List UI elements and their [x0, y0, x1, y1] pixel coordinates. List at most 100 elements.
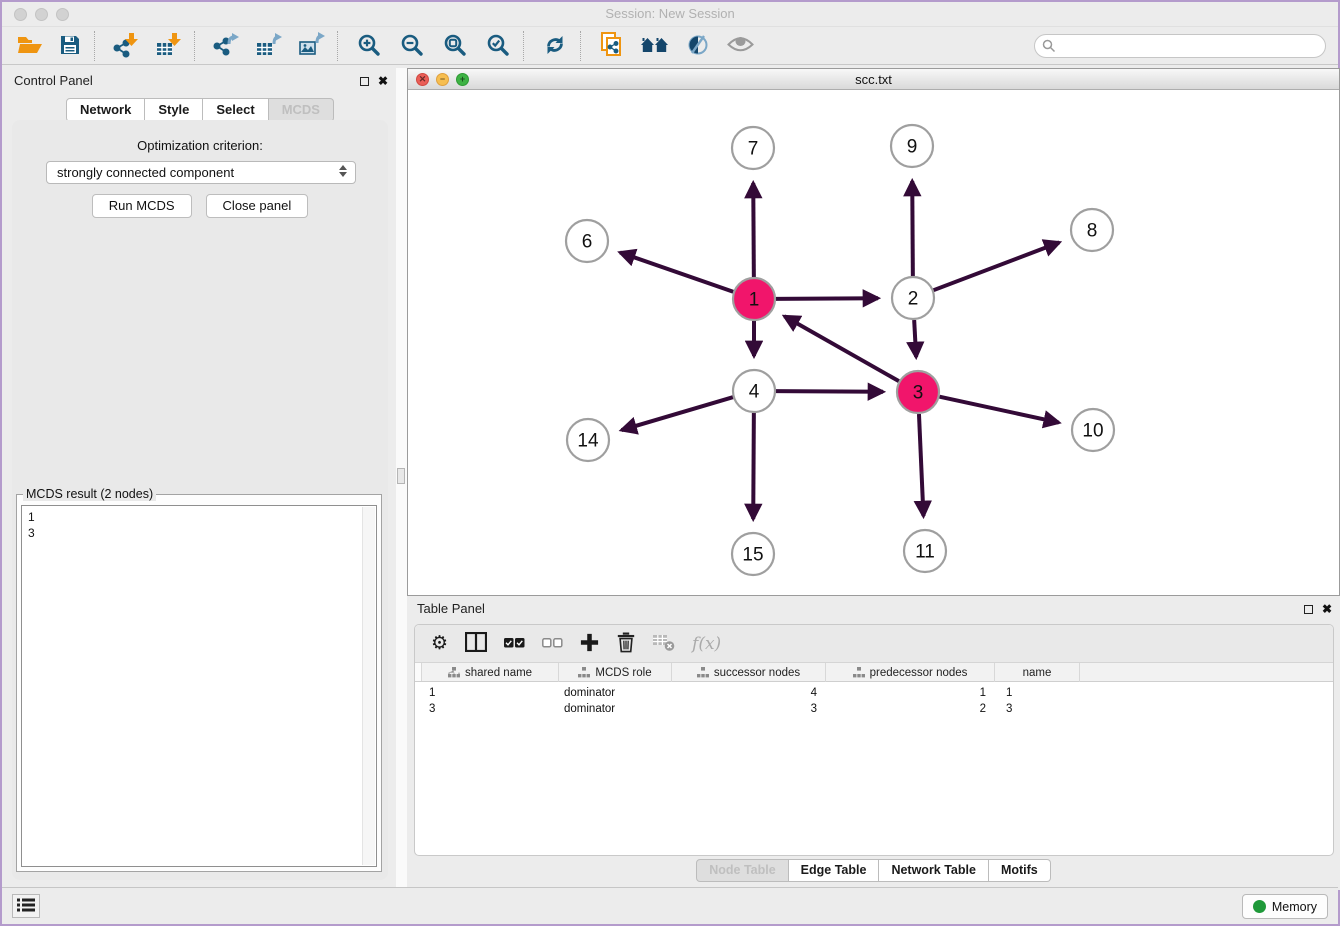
clone-network-button[interactable]	[590, 30, 633, 62]
search-input[interactable]	[1034, 34, 1326, 58]
close-panel-button[interactable]: Close panel	[206, 194, 309, 218]
zoom-selected-button[interactable]	[476, 30, 519, 62]
cell-predecessor-nodes[interactable]: 1	[826, 685, 995, 701]
float-panel-icon[interactable]	[1304, 605, 1313, 614]
show-columns-button[interactable]	[465, 630, 487, 658]
task-history-button[interactable]	[12, 894, 40, 918]
add-row-button[interactable]	[580, 630, 599, 658]
tree-icon	[853, 667, 865, 678]
home-networks-button[interactable]	[633, 30, 676, 62]
graph-edge-1-7[interactable]	[753, 183, 754, 277]
table-row[interactable]: 3 dominator 3 2 3	[415, 701, 1333, 717]
main-toolbar	[2, 28, 1338, 65]
run-mcds-button[interactable]: Run MCDS	[92, 194, 192, 218]
zoom-out-button[interactable]	[390, 30, 433, 62]
graph-node-label: 10	[1082, 421, 1103, 442]
cell-mcds-role[interactable]: dominator	[559, 685, 672, 701]
open-session-button[interactable]	[10, 30, 50, 62]
zoom-out-icon	[400, 33, 424, 60]
close-panel-icon[interactable]: ✖	[1322, 603, 1332, 615]
memory-label: Memory	[1272, 900, 1317, 914]
memory-button[interactable]: Memory	[1242, 894, 1328, 919]
graph-node-label: 6	[582, 232, 593, 253]
hide-details-icon	[686, 33, 710, 60]
delete-table-button[interactable]	[653, 630, 675, 658]
close-panel-icon[interactable]: ✖	[378, 75, 388, 87]
toolbar-separator	[194, 31, 201, 61]
cell-name[interactable]: 1	[995, 685, 1080, 701]
result-scrollbar[interactable]	[362, 507, 375, 865]
float-panel-icon[interactable]	[360, 77, 369, 86]
column-header-name[interactable]: name	[995, 663, 1080, 682]
graph-node-label: 14	[577, 431, 599, 452]
tree-icon	[578, 667, 590, 678]
select-all-button[interactable]	[504, 630, 525, 658]
zoom-fit-button[interactable]	[433, 30, 476, 62]
graph-edge-3-10[interactable]	[939, 397, 1058, 423]
deselect-all-button[interactable]	[542, 630, 563, 658]
table-row[interactable]: 1 dominator 4 1 1	[415, 685, 1333, 701]
graph-edge-4-15[interactable]	[753, 413, 754, 519]
graph-edge-1-2[interactable]	[776, 298, 878, 299]
graph-edge-3-11[interactable]	[919, 414, 923, 516]
table-settings-button[interactable]: ⚙	[431, 630, 448, 658]
deselect-all-icon	[542, 636, 563, 651]
column-header-shared-name[interactable]: shared name	[422, 663, 559, 682]
graph-edge-4-3[interactable]	[776, 391, 883, 392]
graph-node-label: 9	[907, 137, 918, 158]
export-image-button[interactable]	[290, 30, 333, 62]
column-header-successor-nodes[interactable]: successor nodes	[672, 663, 826, 682]
eye-icon	[727, 36, 754, 56]
network-window-titlebar[interactable]: ✕ − + scc.txt	[408, 69, 1339, 90]
vertical-splitter[interactable]	[396, 68, 407, 890]
control-panel-tabs: Network Style Select MCDS	[4, 98, 396, 122]
select-spinner-icon	[339, 165, 347, 177]
columns-icon	[465, 632, 487, 655]
mcds-result-textarea[interactable]: 1 3	[21, 505, 377, 867]
tab-node-table[interactable]: Node Table	[696, 859, 788, 882]
cell-successor-nodes[interactable]: 4	[672, 685, 826, 701]
show-graphics-details-button[interactable]	[719, 30, 762, 62]
cell-successor-nodes[interactable]: 3	[672, 701, 826, 717]
function-builder-button[interactable]: f(x)	[692, 630, 721, 658]
tab-select[interactable]: Select	[203, 98, 268, 122]
cell-shared-name[interactable]: 3	[422, 701, 559, 717]
control-panel-header: Control Panel ✖	[4, 68, 396, 94]
zoom-in-button[interactable]	[347, 30, 390, 62]
delete-row-button[interactable]	[616, 630, 636, 658]
tab-edge-table[interactable]: Edge Table	[789, 859, 880, 882]
graph-edge-3-1[interactable]	[784, 316, 898, 381]
network-canvas[interactable]: 7968124314101511	[408, 90, 1339, 595]
result-line: 1	[28, 509, 370, 525]
list-icon	[17, 898, 35, 915]
graph-node-label: 11	[915, 542, 935, 563]
refresh-button[interactable]	[533, 30, 576, 62]
column-header-predecessor-nodes[interactable]: predecessor nodes	[826, 663, 995, 682]
graph-edge-4-14[interactable]	[622, 397, 733, 430]
criterion-select[interactable]: strongly connected component	[46, 161, 356, 184]
splitter-grip[interactable]	[397, 468, 405, 484]
tab-mcds[interactable]: MCDS	[269, 98, 334, 122]
graph-edge-2-9[interactable]	[912, 181, 913, 276]
column-header-mcds-role[interactable]: MCDS role	[559, 663, 672, 682]
graph-edge-1-6[interactable]	[620, 252, 733, 291]
export-table-button[interactable]	[247, 30, 290, 62]
hide-graphics-details-button[interactable]	[676, 30, 719, 62]
tree-icon	[697, 667, 709, 678]
import-table-button[interactable]	[147, 30, 190, 62]
tab-motifs[interactable]: Motifs	[989, 859, 1051, 882]
cell-predecessor-nodes[interactable]: 2	[826, 701, 995, 717]
title-bar: Session: New Session	[2, 2, 1338, 27]
cell-shared-name[interactable]: 1	[422, 685, 559, 701]
tab-network-table[interactable]: Network Table	[879, 859, 989, 882]
import-network-button[interactable]	[104, 30, 147, 62]
open-folder-icon	[17, 34, 43, 59]
tab-style[interactable]: Style	[145, 98, 203, 122]
save-session-button[interactable]	[50, 30, 90, 62]
tab-network[interactable]: Network	[66, 98, 145, 122]
export-network-button[interactable]	[204, 30, 247, 62]
cell-name[interactable]: 3	[995, 701, 1080, 717]
graph-edge-2-3[interactable]	[914, 320, 916, 357]
cell-mcds-role[interactable]: dominator	[559, 701, 672, 717]
graph-edge-2-8[interactable]	[934, 242, 1060, 290]
